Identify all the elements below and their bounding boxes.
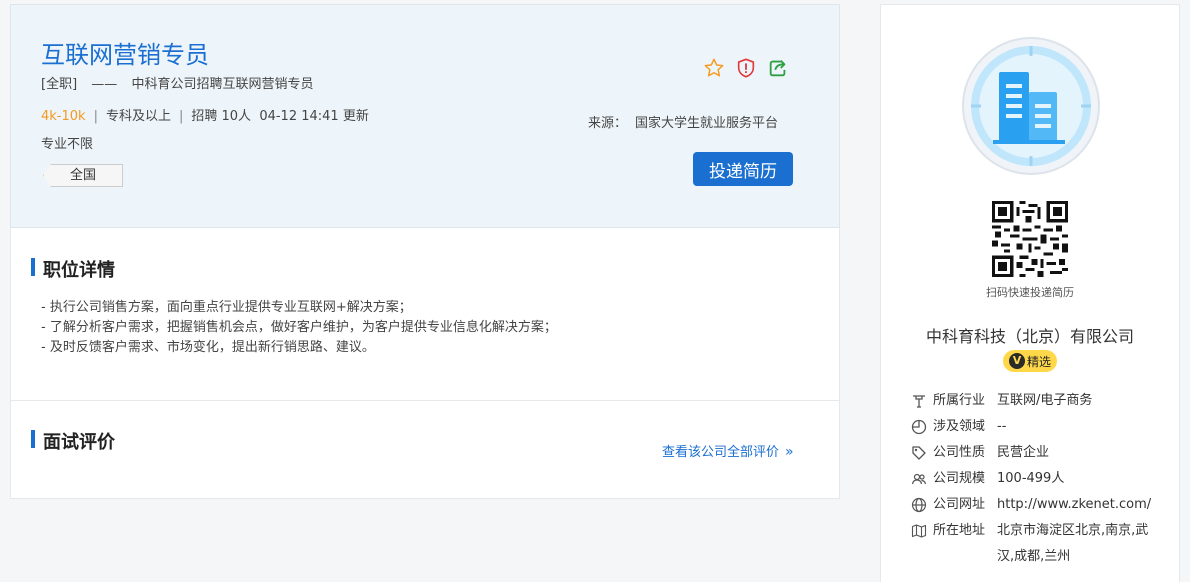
source-label: 来源： xyxy=(588,116,628,131)
job-main: 互联网营销专员 [全职] —— 中科育公司招聘互联网营销专员 4k-10k | 专科… xyxy=(10,4,840,499)
education: 专科及以上 xyxy=(105,109,171,124)
source: 来源： 国家大学生就业服务平台 xyxy=(588,112,778,131)
job-actions xyxy=(703,57,789,79)
view-all-reviews-link[interactable]: 查看该公司全部评价 » xyxy=(662,441,794,460)
info-row-size: 公司规模 100-499人 xyxy=(911,469,1157,495)
info-row-field: 涉及领域 -- xyxy=(911,417,1157,443)
info-row-address: 所在地址 北京市海淀区北京,南京,武汉,成都,兰州 xyxy=(911,521,1157,570)
desc-line: - 了解分析客户需求，把握销售机会点，做好客户维护，为客户提供专业信息化解决方案… xyxy=(41,320,557,335)
info-row-nature: 公司性质 民营企业 xyxy=(911,443,1157,469)
info-label: 公司网址 xyxy=(933,497,986,512)
job-detail-box: 职位详情 - 执行公司销售方案，面向重点行业提供专业互联网+解决方案； - 了解… xyxy=(10,228,840,499)
v-badge-icon: V xyxy=(1008,353,1025,369)
apply-button[interactable]: 投递简历 xyxy=(693,152,793,186)
qr-code xyxy=(992,201,1068,277)
job-description: - 执行公司销售方案，面向重点行业提供专业互联网+解决方案； - 了解分析客户需… xyxy=(41,298,557,358)
people-icon xyxy=(911,473,927,485)
review-link-label: 查看该公司全部评价 xyxy=(662,445,780,460)
qr-label: 扫码快速投递简历 xyxy=(986,286,1074,299)
job-dash: —— xyxy=(91,77,118,92)
field-icon xyxy=(911,419,927,435)
company-recruiting: 中科育公司招聘互联网营销专员 xyxy=(131,77,314,92)
source-value: 国家大学生就业服务平台 xyxy=(635,116,779,131)
desc-line: - 及时反馈客户需求、市场变化，提出新行销思路、建议。 xyxy=(41,340,375,355)
location-tag: 全国 xyxy=(43,164,123,187)
job-meta: 4k-10k | 专科及以上 | 招聘 10人 04-12 14:41 更新 xyxy=(41,109,369,124)
updated-time: 04-12 14:41 更新 xyxy=(259,109,369,124)
company-name[interactable]: 中科育科技（北京）有限公司 xyxy=(881,323,1179,347)
headcount: 招聘 10人 xyxy=(191,109,252,124)
company-card: 扫码快速投递简历 中科育科技（北京）有限公司 V 精选 所属行业 互联网/电子商… xyxy=(880,4,1180,582)
job-type: [全职] xyxy=(41,77,78,92)
detail-heading: 职位详情 xyxy=(31,256,115,282)
info-value: 互联网/电子商务 xyxy=(997,393,1093,408)
tag-icon xyxy=(912,446,926,460)
info-label: 公司规模 xyxy=(933,471,986,486)
shield-alert-icon[interactable] xyxy=(735,57,757,79)
review-section: 面试评价 查看该公司全部评价 » xyxy=(11,401,839,498)
job-detail-section: 职位详情 - 执行公司销售方案，面向重点行业提供专业互联网+解决方案； - 了解… xyxy=(11,228,839,401)
major: 专业不限 xyxy=(41,137,94,152)
info-label: 公司性质 xyxy=(933,445,986,460)
globe-icon xyxy=(911,497,927,513)
info-label: 所在地址 xyxy=(933,523,986,538)
industry-icon xyxy=(913,395,925,408)
company-logo[interactable] xyxy=(961,36,1101,176)
map-icon xyxy=(911,524,927,538)
desc-line: - 执行公司销售方案，面向重点行业提供专业互联网+解决方案； xyxy=(41,300,412,315)
featured-badge-label: 精选 xyxy=(1026,354,1051,369)
double-chevron-right-icon: » xyxy=(785,444,794,460)
info-label: 涉及领域 xyxy=(933,419,986,434)
star-icon[interactable] xyxy=(703,57,725,79)
share-icon[interactable] xyxy=(767,57,789,79)
company-website-link[interactable]: http://www.zkenet.com/ xyxy=(997,495,1151,515)
info-row-industry: 所属行业 互联网/电子商务 xyxy=(911,391,1157,417)
info-label: 所属行业 xyxy=(933,393,986,408)
featured-badge: V 精选 xyxy=(1003,350,1057,372)
job-title: 互联网营销专员 xyxy=(41,41,209,69)
salary: 4k-10k xyxy=(41,109,86,124)
review-heading: 面试评价 xyxy=(31,428,115,454)
info-value: 100-499人 xyxy=(997,471,1065,486)
info-value: 北京市海淀区北京,南京,武汉,成都,兰州 xyxy=(997,523,1149,564)
job-header: 互联网营销专员 [全职] —— 中科育公司招聘互联网营销专员 4k-10k | 专科… xyxy=(10,4,840,228)
info-value: -- xyxy=(997,419,1007,434)
info-value: 民营企业 xyxy=(997,445,1050,460)
job-subtitle: [全职] —— 中科育公司招聘互联网营销专员 xyxy=(41,73,323,92)
company-info: 所属行业 互联网/电子商务 涉及领域 -- 公司性质 民营企业 公司规模 100… xyxy=(911,391,1157,570)
